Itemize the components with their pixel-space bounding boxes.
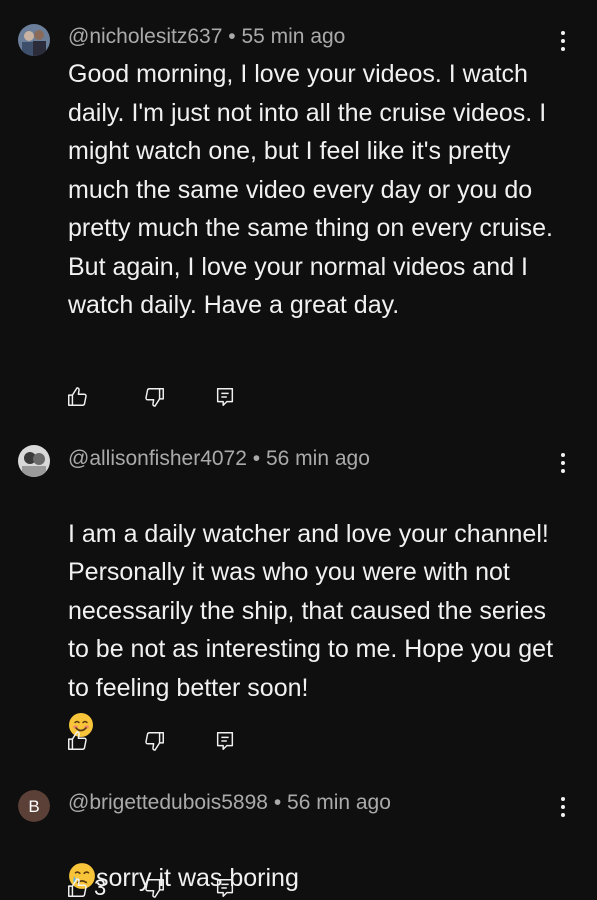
comment-handle[interactable]: @brigettedubois5898 [68, 791, 268, 814]
comment-time: 55 min ago [241, 25, 346, 48]
thumbs-down-icon [145, 388, 164, 407]
reply-icon [216, 732, 234, 750]
comment-time: 56 min ago [265, 447, 370, 470]
meta-separator: • [273, 791, 282, 814]
comment-meta: @brigettedubois5898 • 56 min ago [68, 790, 391, 816]
reply-button[interactable] [214, 729, 236, 753]
more-vert-icon[interactable] [553, 793, 573, 821]
reply-icon [216, 388, 234, 406]
comment-text: I am a daily watcher and love your chann… [68, 476, 573, 746]
comment-text: Good morning, I love your videos. I watc… [68, 60, 553, 319]
avatar-letter-icon: B [18, 790, 50, 822]
meta-separator: • [228, 25, 236, 48]
dislike-button[interactable] [144, 729, 166, 753]
reply-button[interactable] [214, 385, 236, 409]
like-count: 3 [94, 875, 107, 900]
avatar-photo-icon [18, 24, 50, 56]
avatar[interactable]: B [18, 790, 50, 822]
comment-actions [66, 385, 266, 409]
thumbs-up-icon [68, 731, 87, 750]
avatar[interactable] [18, 445, 50, 477]
thumbs-up-icon [68, 878, 87, 897]
meta-separator: • [252, 447, 261, 470]
avatar[interactable] [18, 24, 50, 56]
more-vert-icon[interactable] [553, 449, 573, 477]
dislike-button[interactable] [144, 876, 166, 900]
reply-icon [216, 879, 234, 897]
comment-meta: @allisonfisher4072 • 56 min ago [68, 446, 370, 472]
like-button[interactable]: 3 [66, 876, 106, 900]
comment-meta: @nicholesitz637 • 55 min ago [68, 24, 345, 50]
comment-actions: 3 [66, 876, 266, 900]
comment-handle[interactable]: @nicholesitz637 [68, 25, 222, 48]
thumbs-up-icon [68, 387, 87, 406]
thumbs-down-icon [145, 732, 164, 751]
avatar-letter: B [28, 797, 39, 816]
comment-time: 56 min ago [287, 791, 391, 814]
comment-text-content: I am a daily watcher and love your chann… [68, 519, 554, 702]
like-button[interactable] [66, 385, 94, 409]
comment-handle[interactable]: @allisonfisher4072 [68, 447, 247, 470]
like-button[interactable] [66, 729, 94, 753]
reply-button[interactable] [214, 876, 236, 900]
comment-actions [66, 729, 266, 753]
more-vert-icon[interactable] [553, 27, 573, 55]
avatar-photo-icon [18, 445, 50, 477]
dislike-button[interactable] [144, 385, 166, 409]
thumbs-down-icon [145, 879, 164, 898]
